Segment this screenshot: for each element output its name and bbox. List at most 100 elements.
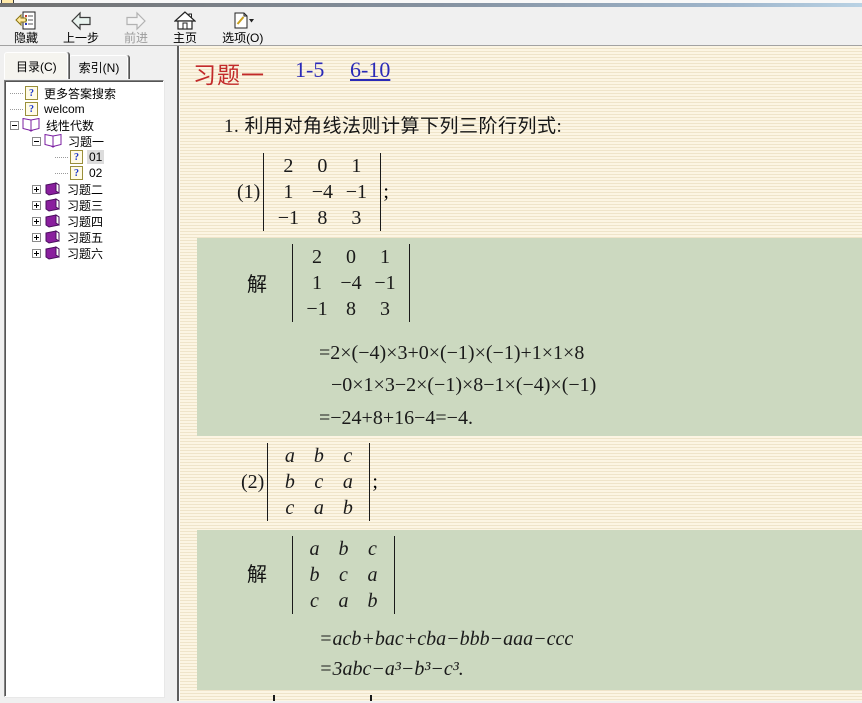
next-determinant-fragment	[273, 695, 275, 701]
nav-link-6-10[interactable]: 6-10	[350, 57, 390, 83]
matrix-cell: c	[339, 563, 348, 586]
back-button[interactable]: 上一步	[55, 8, 107, 46]
matrix-cell: 3	[380, 297, 390, 320]
matrix-cell: 2	[312, 245, 322, 268]
tree-item-exercise-6[interactable]: 习题六	[5, 245, 163, 261]
matrix-cell: −1	[306, 297, 328, 320]
forward-button[interactable]: 前进	[116, 8, 156, 46]
options-icon	[231, 10, 255, 31]
tree-connector	[10, 108, 23, 110]
tree-item-label: welcom	[44, 102, 85, 116]
svg-text:?: ?	[29, 88, 34, 99]
closed-book-icon	[45, 246, 60, 260]
matrix-cell: 8	[317, 206, 328, 229]
expand-plus-icon[interactable]	[32, 216, 41, 226]
svg-text:?: ?	[74, 152, 79, 163]
open-book-icon	[44, 134, 62, 148]
solution-line: =−24+8+16−4=−4.	[319, 407, 473, 429]
matrix-cell: a	[367, 563, 378, 586]
tree-item-linear-algebra[interactable]: 线性代数	[5, 117, 163, 133]
help-page-icon: ?	[70, 150, 83, 164]
matrix-cell: c	[285, 496, 295, 519]
tree-item-02[interactable]: ? 02	[5, 165, 163, 181]
matrix-cell: −1	[374, 271, 396, 294]
solution-line: =3abc−a³−b³−c³.	[319, 658, 464, 680]
open-book-icon	[22, 118, 40, 132]
tab-index[interactable]: 索引(N)	[68, 55, 130, 79]
matrix-cell: 1	[351, 154, 362, 177]
matrix-cell: c	[368, 537, 377, 560]
closed-book-icon	[45, 182, 60, 196]
tree-item-exercise-1[interactable]: 习题一	[5, 133, 163, 149]
matrix-cell: a	[313, 496, 324, 519]
matrix-cell: 1	[283, 180, 294, 203]
closed-book-icon	[45, 214, 60, 228]
determinant-1-matrix: 2 0 1 1 −4 −1 −1 8 3	[263, 153, 382, 231]
tree-item-label: 02	[89, 166, 103, 180]
tree-item-label: 线性代数	[46, 118, 95, 133]
solution-line: =acb+bac+cba−bbb−aaa−ccc	[319, 628, 574, 650]
tree-connector	[55, 156, 68, 158]
tree-connector	[10, 92, 23, 94]
tree-item-more-answers[interactable]: ? 更多答案搜索	[5, 85, 163, 101]
tab-contents[interactable]: 目录(C)	[4, 52, 69, 79]
matrix-cell: b	[342, 496, 353, 519]
matrix-cell: b	[284, 470, 295, 493]
matrix-cell: −4	[340, 271, 362, 294]
matrix-cell: b	[313, 444, 324, 467]
help-page-icon: ?	[70, 166, 83, 180]
closed-book-icon	[45, 198, 60, 212]
closed-book-icon	[45, 230, 60, 244]
matrix-cell: c	[310, 589, 319, 612]
solution-1-label: 解	[247, 274, 267, 296]
tree-item-welcom[interactable]: ? welcom	[5, 101, 163, 117]
home-icon	[174, 10, 197, 31]
matrix-cell: −1	[345, 180, 367, 203]
tree-item-label: 习题三	[67, 198, 104, 213]
back-button-label: 上一步	[63, 31, 100, 45]
hide-button[interactable]: 隐藏	[6, 8, 46, 46]
tree-item-label: 习题四	[67, 214, 104, 229]
tree-item-label: 习题六	[67, 246, 104, 261]
contents-tree: ? 更多答案搜索 ? welcom 线性代数 习题一 ? 01 ? 02 习题二…	[4, 80, 164, 697]
matrix-cell: b	[338, 537, 349, 560]
expand-plus-icon[interactable]	[32, 200, 41, 210]
solution-block-1: 解 2 0 1 1 −4 −1 −1 8 3 =2×(−4)×3+0×(−1)×…	[197, 238, 862, 436]
expand-plus-icon[interactable]	[32, 184, 41, 194]
tree-item-label: 01	[87, 150, 105, 164]
expand-plus-icon[interactable]	[32, 232, 41, 242]
matrix-cell: c	[314, 470, 324, 493]
determinant-2-matrix: a b c b c a c a b	[267, 443, 371, 521]
matrix-cell: 1	[312, 271, 322, 294]
solution-1-determinant: 2 0 1 1 −4 −1 −1 8 3	[292, 244, 410, 322]
next-determinant-fragment	[370, 695, 372, 701]
tree-item-label: 习题五	[67, 230, 104, 245]
matrix-cell: 8	[346, 297, 356, 320]
forward-arrow-icon	[125, 10, 147, 31]
tree-item-exercise-2[interactable]: 习题二	[5, 181, 163, 197]
tree-item-label: 更多答案搜索	[44, 86, 117, 101]
matrix-cell: a	[284, 444, 295, 467]
solution-block-2: 解 a b c b c a c a b =acb+bac+cba−bbb−aaa…	[197, 530, 862, 690]
options-button[interactable]: 选项(O)	[214, 8, 271, 46]
tree-item-exercise-5[interactable]: 习题五	[5, 229, 163, 245]
help-page-icon: ?	[25, 86, 38, 100]
tree-item-exercise-4[interactable]: 习题四	[5, 213, 163, 229]
tree-item-01[interactable]: ? 01	[5, 149, 163, 165]
problem-statement: 1. 利用对角线法则计算下列三阶行列式:	[224, 116, 563, 137]
page-title: 习题一	[193, 63, 265, 88]
determinant-2-label: (2)	[241, 470, 265, 493]
tree-item-exercise-3[interactable]: 习题三	[5, 197, 163, 213]
collapse-minus-icon[interactable]	[10, 120, 19, 130]
expand-plus-icon[interactable]	[32, 248, 41, 258]
help-page-icon: ?	[25, 102, 38, 116]
nav-link-1-5[interactable]: 1-5	[295, 57, 324, 83]
topic-content: 习题一 1-5 6-10 1. 利用对角线法则计算下列三阶行列式: (1) 2 …	[177, 46, 862, 701]
home-button[interactable]: 主页	[165, 8, 205, 46]
matrix-cell: a	[342, 470, 353, 493]
collapse-minus-icon[interactable]	[32, 136, 41, 146]
options-button-label: 选项(O)	[222, 31, 264, 45]
matrix-cell: b	[367, 589, 378, 612]
matrix-cell: 2	[283, 154, 294, 177]
solution-line: −0×1×3−2×(−1)×8−1×(−4)×(−1)	[331, 374, 597, 396]
